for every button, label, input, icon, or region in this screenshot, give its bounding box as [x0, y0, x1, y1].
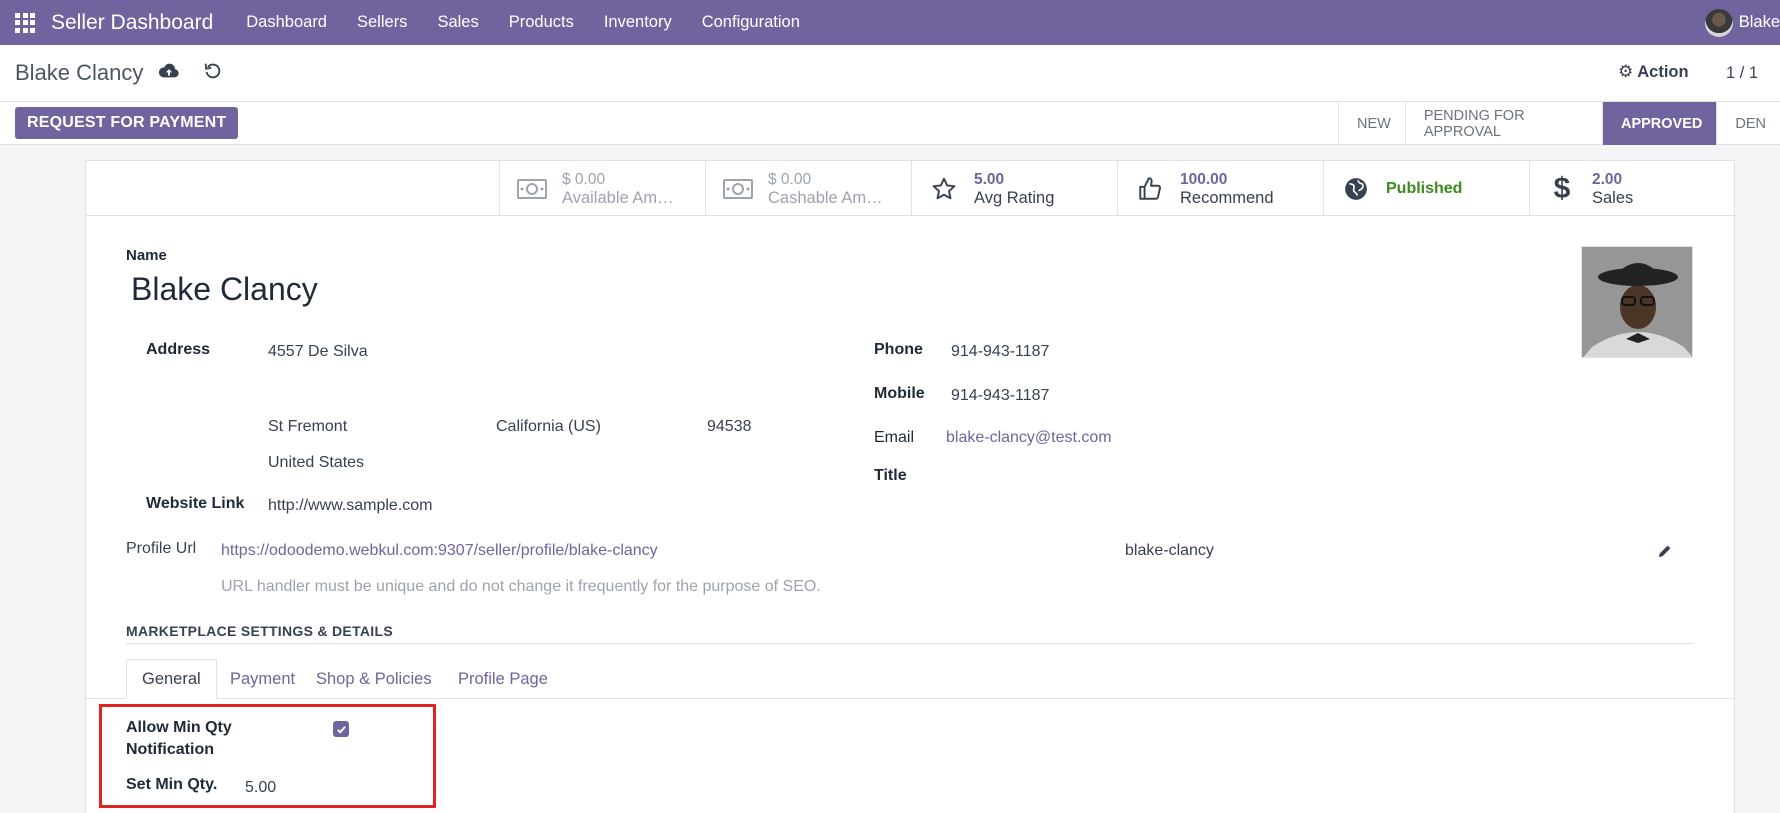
stat-value: 5.00 — [974, 170, 1005, 188]
stat-label: Sales — [1592, 188, 1634, 207]
tab-profile-page[interactable]: Profile Page — [443, 659, 563, 699]
action-button[interactable]: ⚙ Action — [1618, 62, 1689, 82]
star-icon — [924, 176, 964, 202]
globe-icon — [1336, 176, 1376, 202]
phone-label: Phone — [874, 341, 923, 358]
stat-buttons-row: $ 0.00 Available Am… $ 0.00 Cashable Am…… — [86, 161, 1736, 216]
stage-pending-for-approval[interactable]: PENDING FOR APPROVAL — [1404, 102, 1602, 145]
email-label: Email — [874, 429, 915, 446]
street-field[interactable]: 4557 De Silva — [268, 343, 368, 361]
address-label: Address — [146, 341, 211, 358]
nav-sales[interactable]: Sales — [437, 13, 478, 32]
stat-available-amount[interactable]: $ 0.00 Available Am… — [499, 161, 705, 216]
request-for-payment-button[interactable]: REQUEST FOR PAYMENT — [15, 107, 239, 139]
stat-label: Available Am… — [562, 188, 674, 207]
pencil-icon[interactable] — [1657, 543, 1673, 564]
money-icon — [718, 178, 758, 199]
email-field[interactable]: blake-clancy@test.com — [946, 429, 1112, 447]
name-label: Name — [126, 247, 167, 264]
user-menu[interactable]: Blake — [1704, 0, 1780, 45]
stat-recommend[interactable]: 100.00 Recommend — [1117, 161, 1323, 216]
nav-inventory[interactable]: Inventory — [604, 13, 672, 32]
country-field[interactable]: United States — [268, 454, 364, 472]
stage-new[interactable]: NEW — [1338, 102, 1405, 145]
zip-field[interactable]: 94538 — [707, 418, 752, 436]
profile-url-label: Profile Url — [126, 540, 197, 557]
profile-url-link[interactable]: https://odoodemo.webkul.com:9307/seller/… — [221, 542, 658, 560]
seller-photo[interactable] — [1581, 246, 1693, 358]
pager-value[interactable]: 1 / 1 — [1726, 64, 1758, 83]
mobile-field[interactable]: 914-943-1187 — [951, 387, 1049, 405]
action-label: Action — [1637, 62, 1689, 81]
nav-dashboard[interactable]: Dashboard — [246, 13, 327, 32]
top-navbar: Seller Dashboard Dashboard Sellers Sales… — [0, 0, 1780, 45]
undo-icon[interactable] — [202, 60, 226, 84]
website-field[interactable]: http://www.sample.com — [268, 497, 433, 515]
stat-label: Published — [1386, 180, 1463, 197]
state-field[interactable]: California (US) — [496, 418, 601, 436]
section-title: MARKETPLACE SETTINGS & DETAILS — [126, 623, 393, 639]
cloud-upload-icon[interactable] — [158, 60, 182, 84]
tab-payment[interactable]: Payment — [215, 659, 310, 699]
mobile-label: Mobile — [874, 385, 925, 402]
stage-denied[interactable]: DEN — [1716, 102, 1780, 145]
title-label: Title — [874, 467, 907, 484]
avatar — [1704, 8, 1733, 37]
profile-slug-field[interactable]: blake-clancy — [1125, 542, 1214, 560]
name-field[interactable]: Blake Clancy — [131, 271, 318, 308]
gear-icon: ⚙ — [1618, 62, 1634, 81]
city-field[interactable]: St Fremont — [268, 418, 347, 436]
stat-label: Recommend — [1180, 188, 1274, 207]
stat-label: Avg Rating — [974, 188, 1055, 207]
stat-cashable-amount[interactable]: $ 0.00 Cashable Am… — [705, 161, 911, 216]
phone-field[interactable]: 914-943-1187 — [951, 343, 1049, 361]
app-brand[interactable]: Seller Dashboard — [51, 11, 213, 35]
highlight-box — [99, 704, 436, 808]
dollar-icon: $ — [1553, 171, 1571, 205]
tab-general[interactable]: General — [126, 659, 217, 699]
stat-value: 2.00 — [1592, 170, 1623, 188]
stage-approved[interactable]: APPROVED — [1601, 102, 1717, 145]
stage-pipeline: NEW PENDING FOR APPROVAL APPROVED DEN — [1338, 102, 1780, 145]
stat-value: 100.00 — [1180, 170, 1228, 188]
profile-url-hint: URL handler must be unique and do not ch… — [221, 578, 821, 595]
section-divider — [126, 643, 1693, 644]
website-label: Website Link — [146, 495, 245, 512]
nav-configuration[interactable]: Configuration — [702, 13, 800, 32]
status-bar: REQUEST FOR PAYMENT NEW PENDING FOR APPR… — [0, 102, 1780, 145]
stat-sales[interactable]: $ 2.00 Sales — [1529, 161, 1736, 216]
tab-shop-policies[interactable]: Shop & Policies — [301, 659, 447, 699]
stat-label: Cashable Am… — [768, 188, 883, 207]
breadcrumb: Blake Clancy — [15, 60, 144, 85]
nav-sellers[interactable]: Sellers — [357, 13, 407, 32]
apps-grid-icon[interactable] — [15, 12, 35, 33]
control-panel: Blake Clancy ⚙ Action 1 / 1 — [0, 45, 1780, 102]
nav-products[interactable]: Products — [509, 13, 574, 32]
stat-published[interactable]: Published — [1323, 161, 1529, 216]
user-name: Blake — [1738, 13, 1780, 31]
thumbs-up-icon — [1130, 176, 1170, 202]
stat-value: $ 0.00 — [768, 170, 812, 188]
stat-avg-rating[interactable]: 5.00 Avg Rating — [911, 161, 1117, 216]
money-icon — [512, 178, 552, 199]
stat-value: $ 0.00 — [562, 170, 606, 188]
